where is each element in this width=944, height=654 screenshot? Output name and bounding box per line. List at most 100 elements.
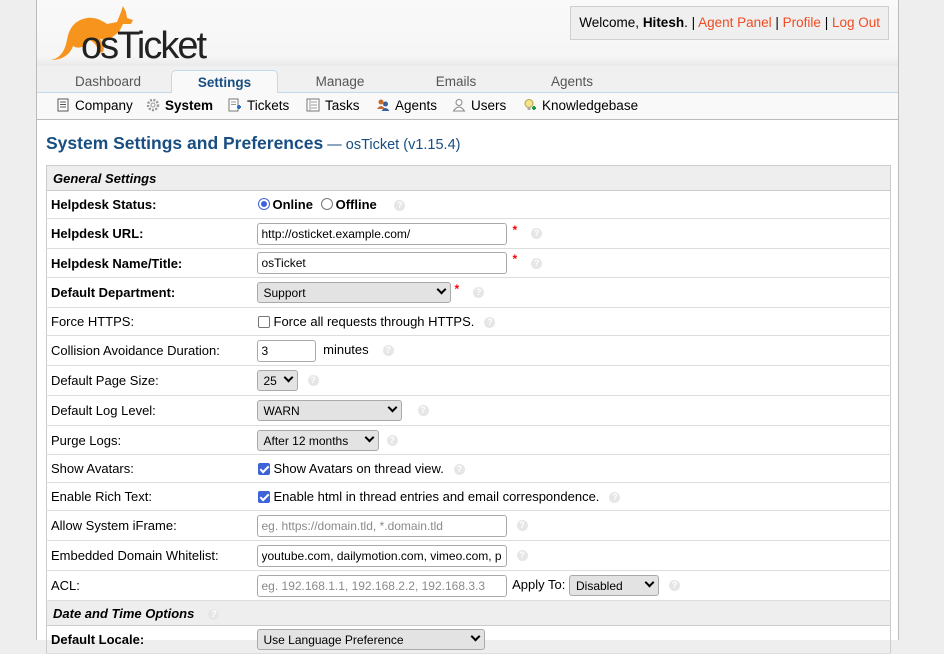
- chevron-down-icon: [644, 577, 655, 588]
- help-icon[interactable]: ?: [417, 405, 429, 416]
- field-label: ACL:: [46, 570, 253, 601]
- help-icon[interactable]: ?: [609, 492, 621, 504]
- subnav-label: Agents: [395, 98, 438, 113]
- show-avatars-checkbox[interactable]: [257, 463, 270, 475]
- field-label: Collision Avoidance Duration:: [46, 335, 253, 366]
- users-icon: [452, 99, 466, 112]
- section-header: General Settings: [46, 165, 891, 191]
- table-row: Force HTTPS: Force all requests through …: [46, 307, 891, 336]
- acl-input[interactable]: [256, 574, 507, 597]
- header: osTicket Welcome, Hitesh. | Agent Panel …: [37, 0, 898, 66]
- chevron-down-icon: [283, 372, 293, 383]
- helpdesk-name-input[interactable]: [256, 252, 507, 274]
- sub-nav: Company System Tickets Tasks Agents User…: [37, 93, 898, 120]
- subnav-users[interactable]: Users: [452, 93, 506, 119]
- tab-emails[interactable]: Emails: [403, 70, 509, 94]
- user-info-bar: Welcome, Hitesh. | Agent Panel | Profile…: [570, 6, 889, 40]
- tickets-icon: [228, 98, 241, 112]
- checkbox-label: Enable html in thread entries and email …: [273, 489, 600, 504]
- table-row: Embedded Domain Whitelist: ?: [46, 540, 891, 571]
- offline-radio[interactable]: [320, 198, 333, 210]
- field-label: Allow System iFrame:: [46, 510, 253, 541]
- page-title: System Settings and Preferences — osTick…: [46, 133, 460, 154]
- tab-settings[interactable]: Settings: [171, 70, 278, 95]
- domain-whitelist-input[interactable]: [256, 544, 507, 567]
- settings-table: General Settings Helpdesk Status: Online…: [46, 165, 891, 654]
- select-value: Disabled: [576, 579, 623, 593]
- help-icon[interactable]: ?: [382, 345, 394, 356]
- field-label: Default Page Size:: [46, 365, 253, 396]
- rich-text-checkbox[interactable]: [257, 491, 270, 503]
- knowledgebase-icon: [524, 99, 536, 110]
- subnav-company[interactable]: Company: [56, 93, 133, 119]
- table-row: Enable Rich Text: Enable html in thread …: [46, 482, 891, 511]
- help-icon[interactable]: ?: [307, 375, 319, 386]
- help-icon[interactable]: ?: [394, 200, 406, 212]
- field-label: Enable Rich Text:: [46, 482, 253, 511]
- tab-agents[interactable]: Agents: [519, 70, 625, 94]
- select-value: After 12 months: [263, 433, 349, 448]
- default-department-select[interactable]: Support: [256, 282, 451, 304]
- subnav-label: Tasks: [325, 98, 360, 113]
- page-title-text: System Settings and Preferences: [46, 133, 324, 153]
- help-icon[interactable]: ?: [531, 257, 543, 269]
- apply-to-label: Apply To:: [512, 576, 566, 592]
- subnav-agents[interactable]: Agents: [376, 93, 437, 119]
- select-value: Use Language Preference: [263, 633, 404, 647]
- main-nav: Dashboard Settings Manage Emails Agents: [37, 66, 898, 95]
- tab-manage[interactable]: Manage: [287, 70, 393, 94]
- help-icon[interactable]: ?: [386, 434, 398, 446]
- collision-duration-input[interactable]: [256, 339, 316, 362]
- apply-to-select[interactable]: Disabled: [569, 575, 659, 596]
- help-icon[interactable]: ?: [669, 580, 680, 591]
- field-label: Helpdesk URL:: [46, 218, 253, 249]
- subnav-system[interactable]: System: [146, 93, 213, 119]
- field-label: Purge Logs:: [46, 425, 253, 455]
- agents-icon: [377, 99, 390, 111]
- online-radio[interactable]: [257, 198, 270, 210]
- agent-panel-link[interactable]: Agent Panel: [698, 15, 772, 30]
- table-row: Purge Logs: After 12 months?: [46, 425, 891, 455]
- help-icon[interactable]: ?: [531, 228, 543, 239]
- field-label: Embedded Domain Whitelist:: [46, 540, 253, 571]
- table-row: Allow System iFrame: ?: [46, 510, 891, 541]
- chevron-down-icon: [364, 432, 374, 442]
- field-label: Default Log Level:: [46, 395, 253, 426]
- required-marker: *: [454, 281, 460, 296]
- subnav-label: Users: [471, 98, 507, 113]
- force-https-checkbox[interactable]: [257, 316, 270, 328]
- system-iframe-input[interactable]: [256, 514, 507, 537]
- help-icon[interactable]: ?: [516, 550, 528, 561]
- gear-icon: [146, 98, 160, 112]
- tasks-icon: [306, 98, 320, 112]
- help-icon[interactable]: ?: [473, 287, 485, 299]
- separator: |: [820, 15, 832, 30]
- profile-link[interactable]: Profile: [783, 15, 821, 30]
- purge-logs-select[interactable]: After 12 months: [256, 429, 379, 451]
- table-row: Collision Avoidance Duration: minutes?: [46, 335, 891, 366]
- subnav-tasks[interactable]: Tasks: [306, 93, 360, 119]
- log-level-select[interactable]: WARN: [256, 400, 402, 421]
- logo-text: osTicket: [81, 25, 208, 64]
- required-marker: *: [512, 252, 518, 267]
- tab-dashboard[interactable]: Dashboard: [55, 70, 161, 94]
- helpdesk-url-input[interactable]: [256, 222, 507, 245]
- chevron-down-icon: [387, 402, 397, 413]
- subnav-knowledgebase[interactable]: Knowledgebase: [523, 93, 638, 119]
- section-title-text: Date and Time Options: [53, 605, 195, 621]
- radio-label: Online: [272, 197, 313, 212]
- chevron-down-icon: [436, 284, 446, 295]
- subnav-tickets[interactable]: Tickets: [228, 93, 289, 119]
- osticket-logo[interactable]: osTicket: [43, 2, 233, 64]
- help-icon[interactable]: ?: [208, 608, 220, 620]
- logout-link[interactable]: Log Out: [832, 15, 880, 30]
- help-icon[interactable]: ?: [484, 317, 496, 329]
- section-title: General Settings: [46, 165, 891, 191]
- subnav-label: Knowledgebase: [542, 98, 639, 113]
- page-size-select[interactable]: 25: [256, 370, 298, 391]
- help-icon[interactable]: ?: [453, 464, 465, 476]
- help-icon[interactable]: ?: [516, 520, 528, 531]
- required-marker: *: [512, 222, 518, 237]
- separator: |: [771, 15, 783, 30]
- subnav-label: Tickets: [247, 98, 290, 113]
